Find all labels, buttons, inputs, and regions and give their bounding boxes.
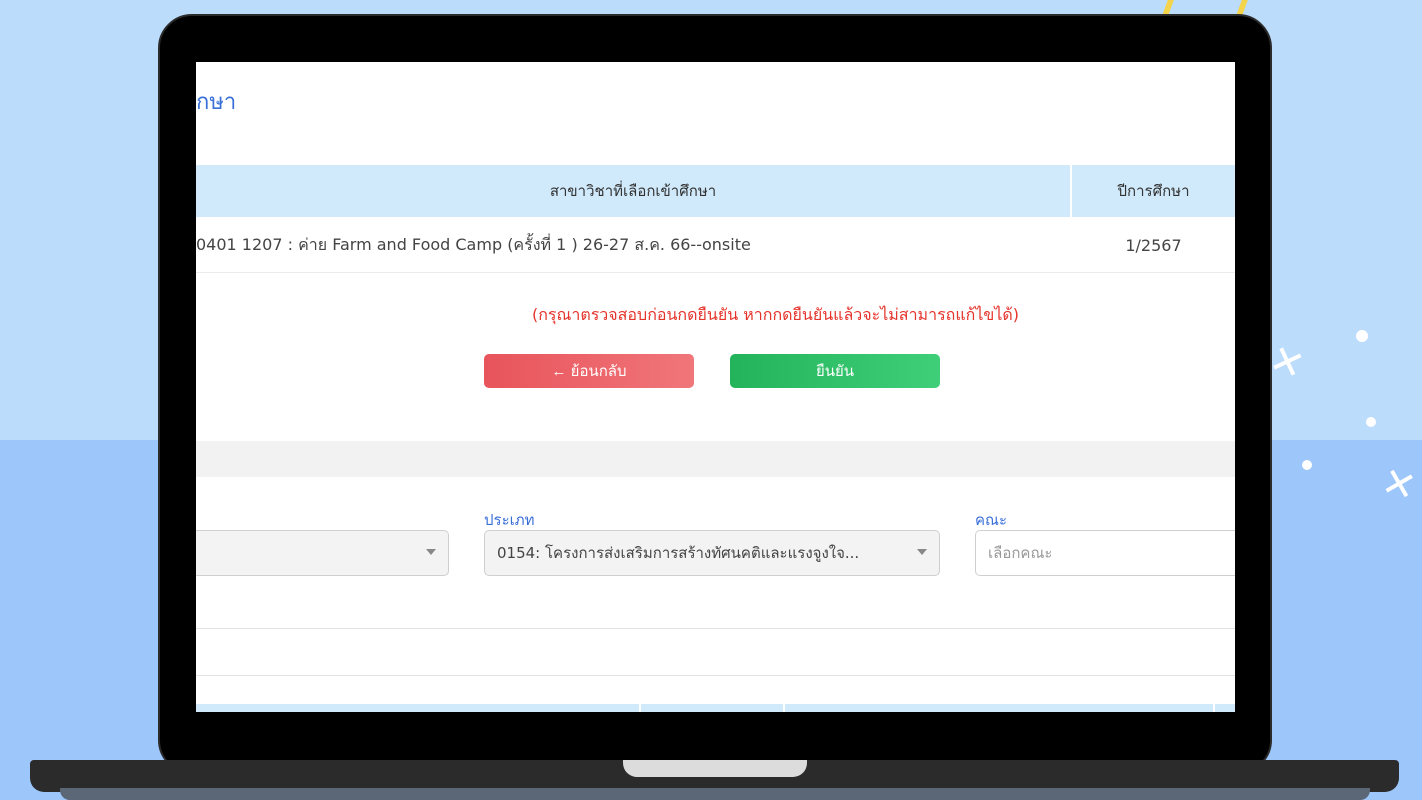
type-select-value: 0154: โครงการส่งเสริมการสร้างทัศนคติและแ… [497, 544, 860, 562]
type-select[interactable]: 0154: โครงการส่งเสริมการสร้างทัศนคติและแ… [484, 530, 940, 576]
column-divider [783, 704, 785, 712]
column-header-subject: สาขาวิชาที่เลือกเข้าศึกษา [549, 182, 717, 200]
section-divider [196, 441, 1235, 477]
decorative-dot [1366, 417, 1376, 427]
decorative-dot [1302, 460, 1312, 470]
type-label: ประเภท [484, 511, 535, 529]
laptop-screen: ึกษา สาขาวิชาที่เลือกเข้าศึกษา ปีการศึกษ… [196, 62, 1235, 712]
confirmation-warning: (กรุณาตรวจสอบก่อนกดยืนยัน หากกดยืนยันแล้… [531, 305, 1020, 324]
table-row: 0401 1207 : ค่าย Farm and Food Camp (ครั… [196, 217, 1235, 273]
cell-year: 1/2567 [1125, 235, 1182, 255]
table-header: สาขาวิชาที่เลือกเข้าศึกษา ปีการศึกษา [196, 165, 1235, 217]
column-divider [1213, 704, 1215, 712]
column-header-year: ปีการศึกษา [1117, 182, 1190, 200]
divider [196, 628, 1235, 629]
cell-subject: 0401 1207 : ค่าย Farm and Food Camp (ครั… [196, 234, 751, 254]
column-divider [639, 704, 641, 712]
faculty-select[interactable]: เลือกคณะ [975, 530, 1235, 576]
first-select[interactable] [196, 530, 449, 576]
laptop-notch [623, 760, 807, 777]
faculty-select-placeholder: เลือกคณะ [988, 544, 1053, 562]
laptop-base-shadow [60, 788, 1370, 800]
faculty-label: คณะ [975, 511, 1008, 529]
chevron-down-icon [426, 549, 436, 555]
back-button[interactable]: ← ย้อนกลับ [484, 354, 694, 388]
page-title: ึกษา [196, 90, 237, 115]
decorative-dot [1356, 330, 1368, 342]
confirm-button[interactable]: ยืนยัน [730, 354, 940, 388]
chevron-down-icon [917, 549, 927, 555]
results-table-header [196, 704, 1235, 712]
divider [196, 675, 1235, 676]
